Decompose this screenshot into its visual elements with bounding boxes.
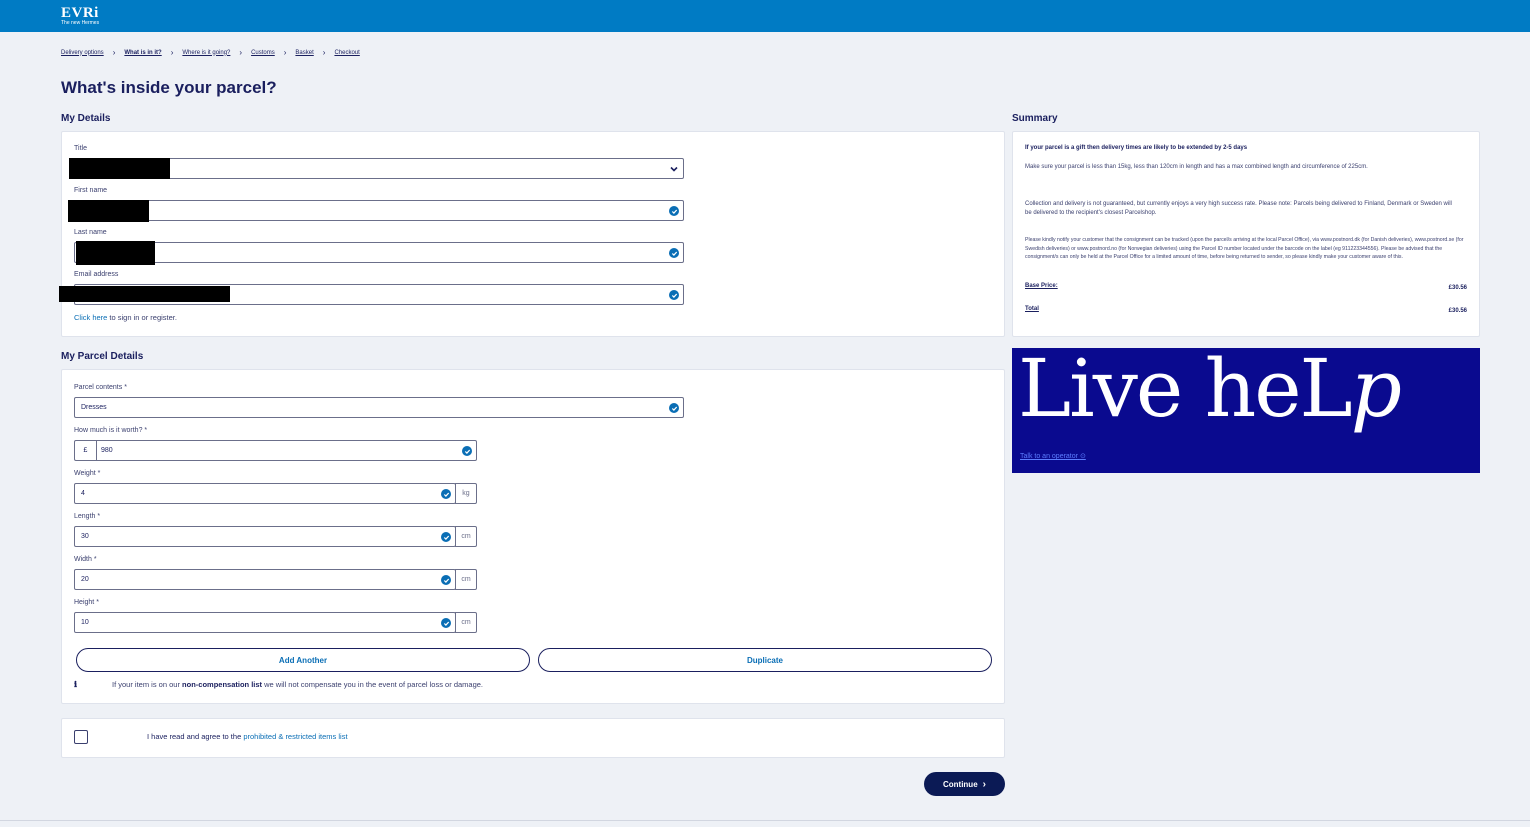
duplicate-button[interactable]: Duplicate: [538, 648, 992, 672]
height-unit: cm: [455, 612, 477, 633]
gift-note: If your parcel is a gift then delivery t…: [1025, 145, 1248, 151]
summary-card: If your parcel is a gift then delivery t…: [1012, 131, 1480, 337]
brand-name: EVRi: [61, 5, 99, 21]
valid-check-icon: [669, 290, 679, 300]
weight-field[interactable]: 4: [74, 483, 456, 504]
chevron-right-icon: ›: [170, 48, 174, 57]
footer-divider: [0, 820, 1530, 821]
height-label: Height *: [74, 599, 99, 606]
base-price-value: £30.56: [1448, 285, 1467, 291]
top-bar: EVRi The new Hermes: [0, 0, 1530, 32]
signin-link[interactable]: Click here: [74, 313, 107, 322]
non-compensation-link[interactable]: non-compensation list: [182, 680, 262, 689]
live-help-panel[interactable]: Live heLp Talk to an operator ⊙: [1012, 342, 1480, 473]
redacted-title: [69, 158, 170, 179]
currency-prefix: £: [75, 441, 97, 460]
summary-heading: Summary: [1012, 113, 1058, 124]
first-name-field[interactable]: [74, 200, 684, 221]
agreement-text: I have read and agree to the prohibited …: [147, 732, 348, 741]
chevron-down-icon: [670, 166, 678, 172]
delivery-note: Collection and delivery is not guarantee…: [1025, 201, 1452, 216]
length-value: 30: [81, 533, 89, 540]
last-name-label: Last name: [74, 229, 107, 236]
weight-value: 4: [81, 490, 85, 497]
chevron-right-icon: ›: [283, 48, 287, 57]
valid-check-icon: [441, 489, 451, 499]
worth-value: 980: [101, 447, 113, 454]
breadcrumb-checkout[interactable]: Checkout: [334, 50, 359, 56]
breadcrumb-basket[interactable]: Basket: [295, 50, 313, 56]
tracking-note: Please kindly notify your customer that …: [1025, 237, 1464, 260]
length-unit: cm: [455, 526, 477, 547]
breadcrumb: Delivery options › What is in it? › Wher…: [61, 48, 360, 57]
add-another-button[interactable]: Add Another: [76, 648, 530, 672]
base-price-label: Base Price:: [1025, 283, 1058, 289]
parcel-details-card: Parcel contents * Dresses How much is it…: [61, 369, 1005, 704]
my-details-card: Title First name Last name Email address…: [59, 131, 1005, 337]
worth-field[interactable]: £ 980: [74, 440, 477, 461]
valid-check-icon: [441, 618, 451, 628]
parcel-contents-value: Dresses: [81, 404, 107, 411]
email-label: Email address: [74, 271, 119, 278]
size-note: Make sure your parcel is less than 15kg,…: [1025, 164, 1368, 170]
first-name-label: First name: [74, 187, 108, 194]
redacted-first-name: [68, 200, 149, 222]
length-label: Length *: [74, 513, 101, 520]
redacted-last-name: [76, 241, 155, 265]
page-title: What's inside your parcel?: [61, 78, 277, 97]
chevron-right-icon: ›: [322, 48, 326, 57]
brand-tagline: The new Hermes: [61, 20, 100, 26]
breadcrumb-where-is-it-going[interactable]: Where is it going?: [182, 50, 230, 56]
info-icon: ℹ: [74, 680, 78, 689]
evri-logo[interactable]: EVRi The new Hermes: [61, 5, 100, 27]
weight-unit: kg: [455, 483, 477, 504]
weight-label: Weight *: [74, 470, 101, 477]
valid-check-icon: [441, 532, 451, 542]
width-field[interactable]: 20: [74, 569, 456, 590]
width-value: 20: [81, 576, 89, 583]
agree-checkbox[interactable]: [74, 730, 88, 744]
parcel-details-heading: My Parcel Details: [61, 351, 144, 362]
my-details-heading: My Details: [61, 113, 111, 124]
total-label: Total: [1025, 306, 1039, 312]
valid-check-icon: [669, 206, 679, 216]
worth-label: How much is it worth? *: [74, 427, 148, 434]
live-help-title: Live heLp: [1018, 342, 1402, 435]
breadcrumb-customs[interactable]: Customs: [251, 50, 275, 56]
continue-button[interactable]: Continue ›: [924, 772, 1005, 796]
contents-label: Parcel contents *: [74, 384, 127, 391]
last-name-field[interactable]: [74, 242, 684, 263]
breadcrumb-delivery-options[interactable]: Delivery options: [61, 50, 104, 56]
arrow-circle-icon: ⊙: [1079, 453, 1086, 460]
width-unit: cm: [455, 569, 477, 590]
prohibited-items-link[interactable]: prohibited & restricted items list: [243, 732, 347, 741]
valid-check-icon: [669, 403, 679, 413]
title-label: Title: [74, 145, 87, 152]
chevron-right-icon: ›: [112, 48, 116, 57]
length-field[interactable]: 30: [74, 526, 456, 547]
valid-check-icon: [669, 248, 679, 258]
valid-check-icon: [462, 446, 472, 456]
breadcrumb-what-is-in-it[interactable]: What is in it?: [124, 50, 161, 56]
agreement-card: I have read and agree to the prohibited …: [61, 718, 1005, 758]
talk-to-operator-link[interactable]: Talk to an operator ⊙: [1020, 452, 1086, 460]
valid-check-icon: [441, 575, 451, 585]
chevron-right-icon: ›: [239, 48, 243, 57]
height-field[interactable]: 10: [74, 612, 456, 633]
height-value: 10: [81, 619, 89, 626]
signin-text: Click here to sign in or register.: [74, 313, 177, 322]
redacted-email: [59, 286, 230, 302]
total-value: £30.56: [1448, 308, 1467, 314]
non-compensation-note: If your item is on our non-compensation …: [112, 680, 484, 689]
width-label: Width *: [74, 556, 97, 563]
chevron-right-icon: ›: [982, 778, 986, 790]
parcel-contents-field[interactable]: Dresses: [74, 397, 684, 418]
